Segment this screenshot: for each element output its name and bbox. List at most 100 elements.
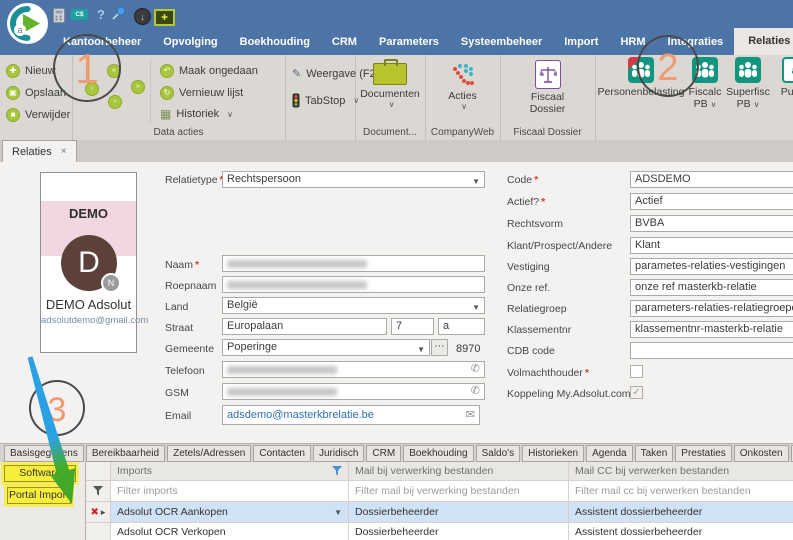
gsm-input[interactable]: ✆ xyxy=(222,383,485,400)
history-button[interactable]: ▦ Historiek ∨ xyxy=(160,108,233,120)
close-icon[interactable]: × xyxy=(61,146,67,157)
cell-mail[interactable]: Dossierbeheerder xyxy=(349,523,569,540)
klassementnr-input[interactable]: klassementnr-masterkb-relatie xyxy=(630,321,793,338)
relatiegroep-input[interactable]: parameters-relaties-relatiegroepen xyxy=(630,300,793,317)
tab-prestaties[interactable]: Prestaties xyxy=(675,445,731,462)
grid-corner-cell xyxy=(86,462,111,481)
tab-relaties[interactable]: Relaties × xyxy=(2,140,77,162)
code-input[interactable]: ADSDEMO xyxy=(630,171,793,188)
help-icon[interactable]: ? xyxy=(97,7,105,22)
tab-onkosten[interactable]: Onkosten xyxy=(734,445,789,462)
save-button[interactable]: ▣Opslaan xyxy=(6,86,66,100)
fiscal-dossier-button[interactable]: Fiscaal Dossier xyxy=(500,59,595,115)
funnel-icon xyxy=(93,486,103,496)
cell-mail-cc[interactable]: Assistent dossierbeheerder xyxy=(569,523,793,540)
volmachthouder-checkbox[interactable] xyxy=(630,365,643,378)
onze-ref-input[interactable]: onze ref masterkb-relatie xyxy=(630,279,793,296)
calculator-icon[interactable] xyxy=(53,8,65,23)
nav-first-button[interactable]: « xyxy=(107,64,121,78)
telefoon-input[interactable]: ✆ xyxy=(222,361,485,378)
add-icon[interactable]: ✚ xyxy=(154,9,175,26)
email-input[interactable]: adsdemo@masterkbrelatie.be✉ xyxy=(222,405,480,425)
tab-bereikbaarheid[interactable]: Bereikbaarheid xyxy=(86,445,165,462)
roepnaam-input[interactable] xyxy=(222,276,485,293)
actions-button[interactable]: Acties ∨ xyxy=(425,59,500,111)
koppeling-label: Koppeling My.Adsolut.com xyxy=(507,388,631,400)
gemeente-select[interactable]: Poperinge▼ xyxy=(222,339,430,356)
tab-juridisch[interactable]: Juridisch xyxy=(313,445,364,462)
klant-prospect-input[interactable]: Klant xyxy=(630,237,793,254)
view-icon: ✎ xyxy=(292,67,301,80)
menu-item-opvolging[interactable]: Opvolging xyxy=(152,36,228,48)
download-icon[interactable]: ↓ xyxy=(134,8,151,25)
documents-button[interactable]: Documenten ∨ xyxy=(355,59,425,109)
menu-item-boekhouding[interactable]: Boekhouding xyxy=(229,36,321,48)
filter-funnel-icon[interactable] xyxy=(332,466,342,476)
refresh-icon: ↻ xyxy=(160,86,174,100)
undo-label: Maak ongedaan xyxy=(179,65,258,77)
menu-item-relaties-active[interactable]: Relaties xyxy=(734,28,793,55)
refresh-list-button[interactable]: ↻Vernieuw lijst xyxy=(160,86,243,100)
public-button[interactable]: a Public xyxy=(771,57,793,98)
menu-item-hrm[interactable]: HRM xyxy=(609,36,656,48)
undo-button[interactable]: ↶Maak ongedaan xyxy=(160,64,258,78)
delete-label: Verwijder xyxy=(25,109,70,121)
actief-input[interactable]: Actief xyxy=(630,193,793,210)
koppeling-checkbox[interactable]: ✓ xyxy=(630,386,643,399)
straat-input[interactable]: Europalaan xyxy=(222,318,387,335)
menu-item-kantoorbeheer[interactable]: Kantoorbeheer xyxy=(52,36,152,48)
menu-item-crm[interactable]: CRM xyxy=(321,36,368,48)
cdb-code-label: CDB code xyxy=(507,345,555,357)
land-select[interactable]: België▼ xyxy=(222,297,485,314)
delete-button[interactable]: ■Verwijder xyxy=(6,108,70,122)
gemeente-lookup-button[interactable]: ⋯ xyxy=(431,339,448,356)
nav-next-button[interactable]: » xyxy=(131,80,145,94)
cell-import[interactable]: Adsolut OCR Verkopen xyxy=(111,523,349,540)
menu-item-systeembeheer[interactable]: Systeembeheer xyxy=(450,36,553,48)
filter-mail-cc-input[interactable]: Filter mail cc bij verwerken bestanden xyxy=(569,481,793,502)
cell-mail-cc[interactable]: Assistent dossierbeheerder xyxy=(569,502,793,523)
column-header-mail-cc[interactable]: Mail CC bij verwerken bestanden xyxy=(569,462,793,481)
tab-boekhouding[interactable]: Boekhouding xyxy=(403,445,473,462)
tab-zetels-adressen[interactable]: Zetels/Adressen xyxy=(167,445,251,462)
email-label: Email xyxy=(165,410,191,422)
superfisc-pb-button[interactable]: Superfisc PB∨ xyxy=(725,57,771,110)
superfisc-label: Superfisc xyxy=(725,86,771,98)
fiscalc-pb-button[interactable]: Fiscalc PB∨ xyxy=(685,57,725,110)
vestiging-label: Vestiging xyxy=(507,261,550,273)
relatietype-select[interactable]: Rechtspersoon▼ xyxy=(222,171,485,188)
menu-item-integraties[interactable]: Integraties xyxy=(657,36,735,48)
chat-currency-icon[interactable]: C$ xyxy=(71,9,88,20)
column-header-imports[interactable]: Imports xyxy=(111,462,349,481)
gsm-label: GSM xyxy=(165,387,189,399)
pin-icon[interactable] xyxy=(110,6,126,22)
new-button[interactable]: ✚Nieuw xyxy=(6,64,56,78)
tab-basisgegevens[interactable]: Basisgegevens xyxy=(4,445,84,462)
huisnummer-input[interactable]: 7 xyxy=(391,318,434,335)
cell-mail[interactable]: Dossierbeheerder xyxy=(349,502,569,523)
filter-imports-input[interactable]: Filter imports xyxy=(111,481,349,502)
cdb-code-input[interactable] xyxy=(630,342,793,359)
tab-agenda[interactable]: Agenda xyxy=(586,445,632,462)
tab-crm[interactable]: CRM xyxy=(366,445,401,462)
nav-previous-button[interactable]: ‹ xyxy=(85,82,99,96)
filter-mail-input[interactable]: Filter mail bij verwerking bestanden xyxy=(349,481,569,502)
naam-input[interactable] xyxy=(222,255,485,272)
personenbelasting-button[interactable]: Personenbelasting xyxy=(597,57,685,98)
tabstop-button[interactable]: TabStop ∨ xyxy=(292,93,359,108)
tab-taken[interactable]: Taken xyxy=(635,445,674,462)
menu-item-parameters[interactable]: Parameters xyxy=(368,36,450,48)
nav-play-button[interactable]: › xyxy=(108,95,122,109)
software-button[interactable]: Software xyxy=(4,465,76,482)
tab-saldos[interactable]: Saldo's xyxy=(476,445,521,462)
bus-input[interactable]: a xyxy=(438,318,485,335)
menu-item-import[interactable]: Import xyxy=(553,36,609,48)
cell-import[interactable]: Adsolut OCR Aankopen ▼ xyxy=(111,502,349,523)
rechtsvorm-input[interactable]: BVBA xyxy=(630,215,793,232)
tab-contacten[interactable]: Contacten xyxy=(253,445,311,462)
ribbon-group-tax: Personenbelasting Fiscalc PB∨ Superfisc … xyxy=(595,55,793,140)
portal-import-button[interactable]: Portal Import xyxy=(7,487,71,504)
vestiging-input[interactable]: parametes-relaties-vestigingen xyxy=(630,258,793,275)
column-header-mail[interactable]: Mail bij verwerking bestanden xyxy=(349,462,569,481)
tab-historieken[interactable]: Historieken xyxy=(522,445,584,462)
